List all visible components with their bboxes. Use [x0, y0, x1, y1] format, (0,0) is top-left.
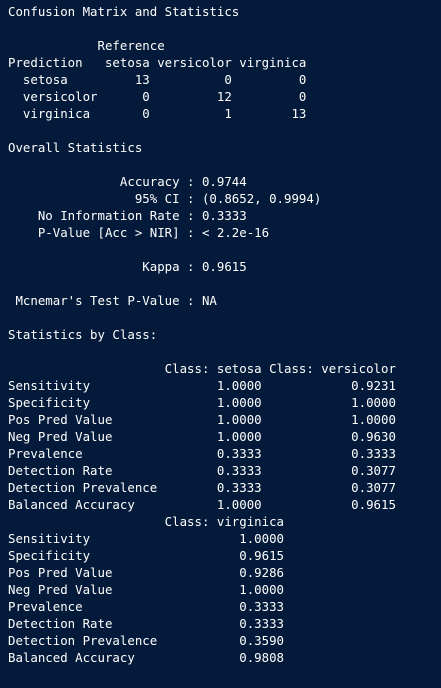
class-stat-row: Specificity 0.9615	[8, 548, 285, 563]
class-stat-row: Balanced Accuracy 0.9808	[8, 650, 285, 665]
class-stat-row: Detection Rate 0.3333	[8, 616, 285, 631]
class-stat-row: Neg Pred Value 1.0000 0.9630	[8, 429, 396, 444]
class-stat-row: Detection Prevalence 0.3590	[8, 633, 285, 648]
confusion-matrix-row-setosa: setosa 13 0 0	[8, 72, 307, 87]
class-stat-row: Specificity 1.0000 1.0000	[8, 395, 396, 410]
confusion-matrix-column-header: Prediction setosa versicolor virginica	[8, 55, 307, 70]
overall-statistics-heading: Overall Statistics	[8, 140, 143, 155]
confusion-matrix-row-versicolor: versicolor 0 12 0	[8, 89, 307, 104]
class-stat-row: Neg Pred Value 1.0000	[8, 582, 285, 597]
confidence-interval-line: 95% CI : (0.8652, 0.9994)	[8, 191, 322, 206]
mcnemar-test-line: Mcnemar's Test P-Value : NA	[8, 293, 217, 308]
terminal-window[interactable]: Confusion Matrix and Statistics Referenc…	[0, 0, 441, 688]
no-information-rate-line: No Information Rate : 0.3333	[8, 208, 247, 223]
confusion-matrix-reference-header: Reference	[8, 38, 165, 53]
console-output: Confusion Matrix and Statistics Referenc…	[0, 0, 441, 666]
p-value-line: P-Value [Acc > NIR] : < 2.2e-16	[8, 225, 270, 240]
class-stat-row: Detection Rate 0.3333 0.3077	[8, 463, 396, 478]
accuracy-line: Accuracy : 0.9744	[8, 174, 247, 189]
class-stat-row: Balanced Accuracy 1.0000 0.9615	[8, 497, 396, 512]
statistics-by-class-heading: Statistics by Class:	[8, 327, 158, 342]
kappa-line: Kappa : 0.9615	[8, 259, 247, 274]
class-stat-row: Pos Pred Value 0.9286	[8, 565, 285, 580]
output-title: Confusion Matrix and Statistics	[8, 4, 240, 19]
class-table-header-1: Class: setosa Class: versicolor	[8, 361, 396, 376]
class-stat-row: Pos Pred Value 1.0000 1.0000	[8, 412, 396, 427]
class-table-header-2: Class: virginica	[8, 514, 285, 529]
class-stat-row: Sensitivity 1.0000 0.9231	[8, 378, 396, 393]
class-stat-row: Sensitivity 1.0000	[8, 531, 285, 546]
class-stat-row: Prevalence 0.3333	[8, 599, 285, 614]
class-stat-row: Prevalence 0.3333 0.3333	[8, 446, 396, 461]
class-stat-row: Detection Prevalence 0.3333 0.3077	[8, 480, 396, 495]
confusion-matrix-row-virginica: virginica 0 1 13	[8, 106, 307, 121]
